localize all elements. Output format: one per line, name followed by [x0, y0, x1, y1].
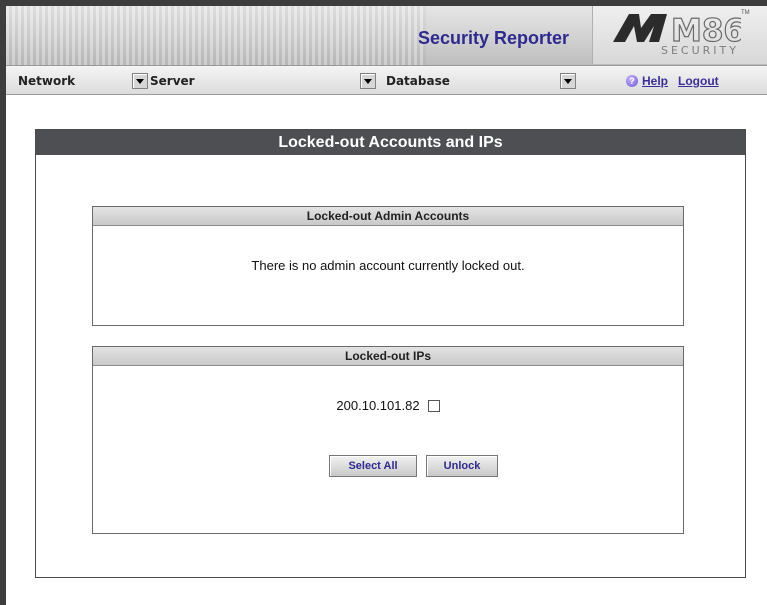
logo-trademark: TM	[741, 10, 750, 16]
locked-ips-section: Locked-out IPs 200.10.101.82 Select All …	[92, 346, 684, 534]
ip-checkbox[interactable]	[427, 399, 440, 412]
help-link[interactable]: Help	[642, 74, 668, 88]
dropdown-database[interactable]: Database	[386, 73, 586, 89]
select-all-button[interactable]: Select All	[329, 455, 417, 477]
locked-ips-header: Locked-out IPs	[93, 347, 683, 366]
chevron-down-icon[interactable]	[360, 73, 376, 89]
admin-accounts-header: Locked-out Admin Accounts	[93, 207, 683, 226]
ip-address: 200.10.101.82	[336, 398, 420, 413]
admin-accounts-section: Locked-out Admin Accounts There is no ad…	[92, 206, 684, 326]
dropdown-network[interactable]: Network	[18, 73, 158, 89]
logout-link[interactable]: Logout	[678, 74, 719, 88]
m86-logo-mark: M86	[613, 12, 741, 44]
page-title: Locked-out Accounts and IPs	[36, 130, 745, 155]
unlock-button[interactable]: Unlock	[426, 455, 498, 477]
dropdown-server[interactable]: Server	[150, 73, 382, 89]
help-icon[interactable]: ?	[626, 75, 638, 87]
chevron-down-icon[interactable]	[560, 73, 576, 89]
dropdown-network-label: Network	[18, 74, 76, 88]
app-title: Security Reporter	[418, 28, 570, 48]
admin-accounts-message: There is no admin account currently lock…	[251, 258, 525, 273]
ip-list-item: 200.10.101.82	[93, 398, 683, 413]
banner-texture	[6, 6, 426, 65]
m86-logo: M86 SECURITY TM	[592, 6, 767, 64]
logo-subtext: SECURITY	[661, 44, 739, 57]
dropdown-menubar: Network Server Database ? Help Logout	[6, 65, 767, 95]
chevron-down-icon[interactable]	[132, 73, 148, 89]
locked-out-panel: Locked-out Accounts and IPs Locked-out A…	[35, 129, 746, 578]
logo-digits: M86	[671, 13, 741, 44]
dropdown-server-label: Server	[150, 74, 195, 88]
dropdown-database-label: Database	[386, 74, 450, 88]
